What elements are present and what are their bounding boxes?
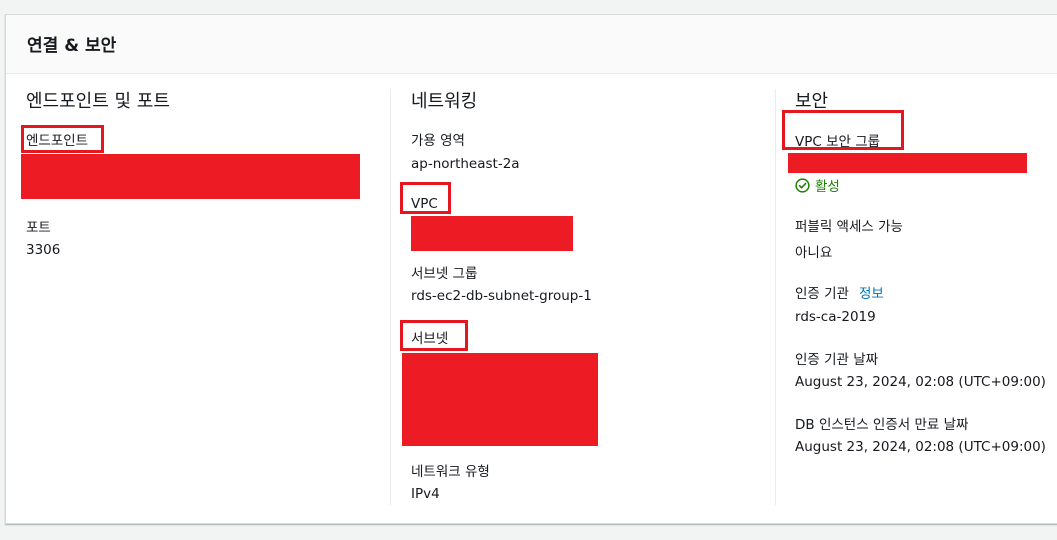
vpc-value-redacted <box>411 216 573 251</box>
sg-status-text: 활성 <box>815 179 840 195</box>
network-type-label: 네트워크 유형 <box>411 464 490 480</box>
ca-value: rds-ca-2019 <box>795 309 876 325</box>
port-label: 포트 <box>26 220 51 236</box>
endpoint-label: 엔드포인트 <box>26 133 89 149</box>
column-divider <box>390 89 391 505</box>
endpoint-value-redacted <box>21 154 360 199</box>
networking-section-title: 네트워킹 <box>411 91 478 112</box>
status-success-icon <box>795 177 810 193</box>
subnet-group-label: 서브넷 그룹 <box>411 266 478 282</box>
az-label: 가용 영역 <box>411 133 465 149</box>
ca-date-label: 인증 기관 날짜 <box>795 352 879 368</box>
subnet-group-value: rds-ec2-db-subnet-group-1 <box>411 288 592 304</box>
vpc-label: VPC <box>411 196 438 212</box>
subnet-label: 서브넷 <box>411 331 449 347</box>
ca-date-value: August 23, 2024, 02:08 (UTC+09:00) <box>795 374 1046 390</box>
panel-header: 연결 & 보안 <box>6 15 1057 74</box>
connectivity-security-panel: 연결 & 보안 엔드포인트 및 포트 엔드포인트 포트 3306 네트워킹 가용… <box>5 14 1057 524</box>
cert-expiry-label: DB 인스턴스 인증서 만료 날짜 <box>795 417 969 433</box>
subnet-value-redacted <box>402 353 598 446</box>
sg-status: 활성 <box>795 175 840 195</box>
panel-title: 연결 & 보안 <box>27 36 117 56</box>
network-type-value: IPv4 <box>411 486 440 502</box>
az-value: ap-northeast-2a <box>411 156 520 172</box>
vpc-sg-value-redacted <box>788 153 1027 173</box>
port-value: 3306 <box>26 242 61 258</box>
endpoint-port-section-title: 엔드포인트 및 포트 <box>26 91 170 112</box>
vpc-sg-label: VPC 보안 그룹 <box>795 134 881 150</box>
ca-label-text: 인증 기관 <box>795 286 849 302</box>
public-access-label: 퍼블릭 액세스 가능 <box>795 219 903 235</box>
public-access-value: 아니요 <box>795 245 833 261</box>
column-divider <box>775 89 776 505</box>
ca-info-link[interactable]: 정보 <box>859 286 884 302</box>
ca-label: 인증 기관 정보 <box>795 282 884 302</box>
cert-expiry-value: August 23, 2024, 02:08 (UTC+09:00) <box>795 439 1046 455</box>
